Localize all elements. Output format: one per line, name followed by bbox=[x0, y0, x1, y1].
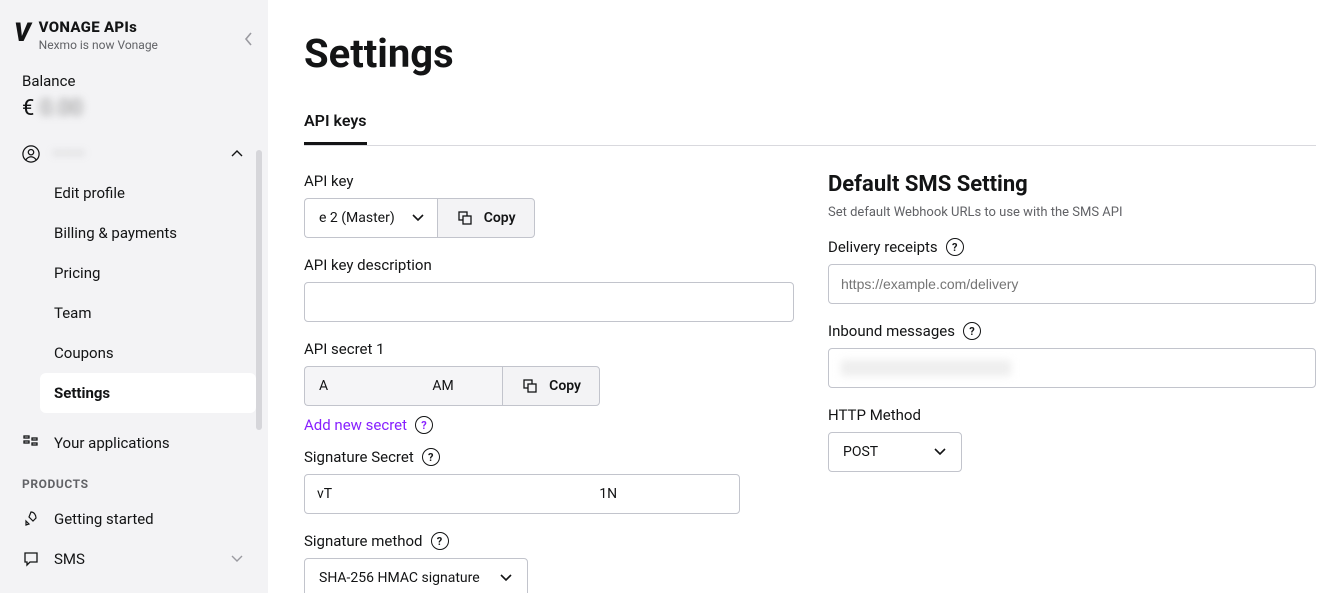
subnav-settings[interactable]: Settings bbox=[40, 373, 256, 413]
apps-icon bbox=[22, 434, 40, 452]
chat-icon bbox=[22, 550, 40, 568]
api-secret-value-box: A AM bbox=[304, 366, 502, 406]
inbound-value bbox=[841, 360, 1011, 376]
account-subnav: Edit profile Billing & payments Pricing … bbox=[0, 173, 268, 423]
products-heading: PRODUCTS bbox=[0, 463, 268, 499]
chevron-down-icon bbox=[931, 443, 949, 461]
brand-block: V VONAGE APIs Nexmo is now Vonage bbox=[0, 18, 268, 66]
chevron-down-icon bbox=[409, 209, 427, 227]
help-icon[interactable]: ? bbox=[946, 238, 964, 256]
subnav-coupons[interactable]: Coupons bbox=[40, 333, 256, 373]
user-icon bbox=[22, 145, 40, 163]
sms-subheading: Set default Webhook URLs to use with the… bbox=[828, 205, 1316, 220]
http-method-select[interactable]: POST bbox=[828, 432, 962, 472]
sms-settings-column: Default SMS Setting Set default Webhook … bbox=[828, 172, 1316, 593]
sig-method-value: SHA-256 HMAC signature bbox=[319, 570, 480, 586]
main-content: Settings API keys API key e 2 (Master) bbox=[268, 0, 1344, 593]
sig-secret-input[interactable]: vT 1N bbox=[304, 474, 740, 514]
tabs: API keys bbox=[304, 111, 1316, 146]
sig-method-label: Signature method bbox=[304, 532, 423, 550]
api-settings-column: API key e 2 (Master) Copy bbox=[304, 172, 794, 593]
copy-label: Copy bbox=[484, 210, 516, 226]
add-secret-label: Add new secret bbox=[304, 416, 407, 434]
copy-label: Copy bbox=[549, 378, 581, 394]
copy-icon bbox=[521, 377, 539, 395]
sms-heading: Default SMS Setting bbox=[828, 172, 1316, 197]
nav-label: Getting started bbox=[54, 510, 154, 528]
api-secret-value: A AM bbox=[319, 378, 454, 394]
nav-sms[interactable]: SMS bbox=[0, 539, 268, 579]
copy-icon bbox=[456, 209, 474, 227]
help-icon[interactable]: ? bbox=[431, 532, 449, 550]
add-secret-link[interactable]: Add new secret ? bbox=[304, 416, 794, 434]
chevron-down-icon bbox=[497, 569, 515, 587]
inbound-label: Inbound messages bbox=[828, 322, 955, 340]
balance-label: Balance bbox=[22, 72, 246, 90]
api-desc-input[interactable] bbox=[304, 282, 794, 322]
api-secret-label: API secret 1 bbox=[304, 340, 794, 358]
balance-value: € 0.00 bbox=[22, 96, 246, 121]
account-name: ——— bbox=[52, 146, 216, 162]
account-toggle[interactable]: ——— bbox=[0, 135, 268, 173]
sig-secret-value: vT 1N bbox=[317, 486, 617, 502]
delivery-field[interactable] bbox=[841, 265, 1303, 303]
balance-block: Balance € 0.00 bbox=[0, 66, 268, 135]
delivery-label: Delivery receipts bbox=[828, 238, 938, 256]
inbound-input[interactable] bbox=[828, 348, 1316, 388]
subnav-billing[interactable]: Billing & payments bbox=[40, 213, 256, 253]
rocket-icon bbox=[22, 510, 40, 528]
chevron-up-icon bbox=[228, 145, 246, 163]
subnav-team[interactable]: Team bbox=[40, 293, 256, 333]
copy-api-secret-button[interactable]: Copy bbox=[502, 366, 600, 406]
vonage-logo-icon: V bbox=[14, 18, 29, 48]
brand-name: VONAGE APIs bbox=[39, 18, 158, 36]
copy-api-key-button[interactable]: Copy bbox=[437, 198, 535, 238]
collapse-sidebar-button[interactable] bbox=[240, 30, 258, 48]
help-icon[interactable]: ? bbox=[422, 448, 440, 466]
brand-tagline: Nexmo is now Vonage bbox=[39, 38, 158, 52]
nav-getting-started[interactable]: Getting started bbox=[0, 499, 268, 539]
sig-secret-label: Signature Secret bbox=[304, 448, 414, 466]
sig-method-select[interactable]: SHA-256 HMAC signature bbox=[304, 558, 528, 593]
api-key-label: API key bbox=[304, 172, 794, 190]
page-title: Settings bbox=[304, 30, 1316, 77]
api-desc-label: API key description bbox=[304, 256, 794, 274]
delivery-input[interactable] bbox=[828, 264, 1316, 304]
api-key-value: e 2 (Master) bbox=[319, 210, 395, 226]
nav-your-applications[interactable]: Your applications bbox=[0, 423, 268, 463]
tab-api-keys[interactable]: API keys bbox=[304, 111, 367, 145]
api-desc-field[interactable] bbox=[317, 283, 781, 321]
chevron-down-icon bbox=[228, 550, 246, 568]
help-icon[interactable]: ? bbox=[415, 416, 433, 434]
sidebar: V VONAGE APIs Nexmo is now Vonage Balanc… bbox=[0, 0, 268, 593]
nav-label: SMS bbox=[54, 550, 85, 568]
nav-label: Your applications bbox=[54, 434, 170, 452]
subnav-pricing[interactable]: Pricing bbox=[40, 253, 256, 293]
api-key-select[interactable]: e 2 (Master) bbox=[304, 198, 437, 238]
http-method-label: HTTP Method bbox=[828, 406, 1316, 424]
http-method-value: POST bbox=[843, 444, 878, 460]
help-icon[interactable]: ? bbox=[963, 322, 981, 340]
subnav-edit-profile[interactable]: Edit profile bbox=[40, 173, 256, 213]
